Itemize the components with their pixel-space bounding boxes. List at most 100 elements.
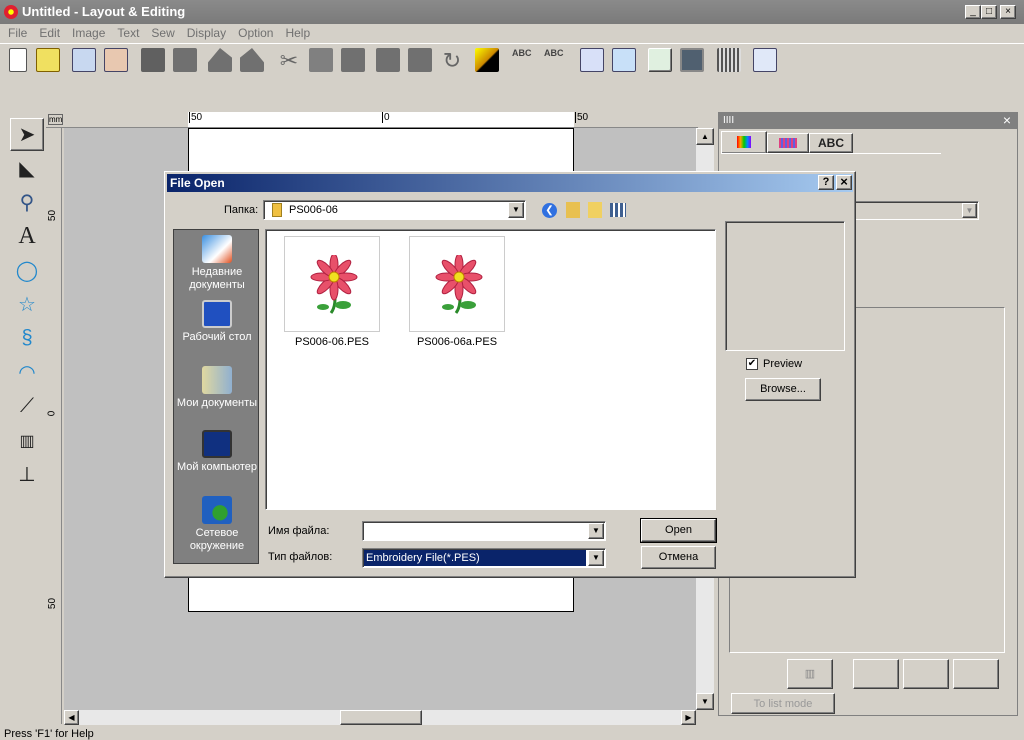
dialog-close-button[interactable]: × (836, 175, 852, 190)
stitch-tool-icon[interactable]: ▥ (10, 424, 44, 457)
maximize-button[interactable]: □ (981, 5, 997, 19)
panel-button-3[interactable] (903, 659, 949, 689)
network-icon (202, 496, 232, 524)
place-my-documents[interactable]: Мои документы (174, 366, 260, 410)
filetype-dropdown-icon[interactable]: ▼ (588, 550, 604, 566)
back-icon[interactable]: ❮ (542, 203, 557, 218)
folder-value: PS006-06 (289, 204, 338, 216)
select-arrow-icon[interactable]: ➤ (10, 118, 44, 151)
file-list[interactable]: PS006-06.PES PS006-06a.PES (265, 229, 716, 510)
menu-display[interactable]: Display (179, 24, 230, 40)
scroll-down-icon[interactable]: ▼ (696, 693, 714, 710)
flower-thumbnail-icon (310, 255, 358, 314)
text-edit-icon[interactable]: ABC (544, 48, 568, 72)
dialog-help-button[interactable]: ? (818, 175, 834, 190)
menu-sew[interactable]: Sew (143, 24, 178, 40)
scroll-right-icon[interactable]: ▶ (681, 710, 696, 725)
scroll-thumb[interactable] (340, 710, 422, 725)
thread-spool-icon (737, 136, 751, 148)
import-icon[interactable] (72, 48, 96, 72)
ruler-label: 0 (46, 410, 58, 417)
import-image-icon[interactable] (104, 48, 128, 72)
horizontal-scrollbar[interactable]: ◀ ▶ (64, 710, 696, 725)
filetype-select[interactable]: Embroidery File(*.PES) ▼ (362, 548, 606, 568)
view-menu-icon[interactable] (610, 203, 626, 217)
text-icon[interactable]: A (10, 220, 44, 253)
menu-option[interactable]: Option (230, 24, 277, 40)
text-arc-icon[interactable]: ABC (512, 48, 536, 72)
hoop-tool-icon[interactable]: § (10, 322, 44, 355)
stitch-count-icon[interactable] (612, 48, 636, 72)
redo-icon (240, 48, 264, 72)
stitch-view-icon[interactable] (648, 48, 672, 72)
window-icon[interactable] (753, 48, 777, 72)
folder-dropdown-icon[interactable]: ▼ (508, 202, 524, 218)
close-button[interactable]: × (1000, 5, 1016, 19)
monitor-icon[interactable] (680, 48, 704, 72)
menu-file[interactable]: File (0, 24, 31, 40)
place-my-computer[interactable]: Мой компьютер (174, 430, 260, 474)
to-list-mode-button[interactable]: To list mode (731, 693, 835, 714)
filename-input[interactable]: ▼ (362, 521, 606, 541)
filename-dropdown-icon[interactable]: ▼ (588, 523, 604, 539)
menu-edit[interactable]: Edit (31, 24, 64, 40)
fill-icon[interactable]: ◠ (10, 356, 44, 389)
hoop-icon[interactable] (580, 48, 604, 72)
panel-close-icon[interactable]: × (1003, 113, 1011, 128)
panel-button-4[interactable] (953, 659, 999, 689)
place-network[interactable]: Сетевое окружение (174, 496, 260, 553)
cancel-button[interactable]: Отмена (641, 546, 716, 569)
menu-text[interactable]: Text (109, 24, 143, 40)
outline-icon[interactable]: ☆ (10, 288, 44, 321)
folder-combo[interactable]: PS006-06 ▼ (263, 200, 526, 220)
file-open-dialog: File Open ? × Папка: PS006-06 ▼ ❮ Недавн… (164, 171, 856, 578)
stamp-icon[interactable]: ⊥ (10, 458, 44, 491)
open-button[interactable]: Open (640, 518, 717, 543)
tab-text[interactable]: ABC (809, 133, 853, 153)
file-item[interactable] (409, 236, 505, 332)
new-icon[interactable] (9, 48, 27, 72)
my-documents-icon (202, 366, 232, 394)
mirror-icon (376, 48, 400, 72)
panel-button-1[interactable]: ▥ (787, 659, 833, 689)
places-bar: Недавние документы Рабочий стол Мои доку… (173, 229, 259, 564)
place-desktop[interactable]: Рабочий стол (174, 300, 260, 344)
menu-image[interactable]: Image (64, 24, 109, 40)
flip-icon (408, 48, 432, 72)
tab-stitch[interactable] (767, 133, 809, 153)
up-folder-icon[interactable] (566, 202, 580, 218)
new-folder-icon[interactable] (588, 202, 602, 218)
ruler-label: 50 (47, 597, 59, 610)
panel-dropdown[interactable]: ▼ (849, 201, 979, 220)
preview-checkbox[interactable]: ✔ (746, 358, 758, 370)
file-name[interactable]: PS006-06.PES (277, 336, 387, 348)
copy-icon (309, 48, 333, 72)
point-edit-icon[interactable]: ◣ (10, 152, 44, 185)
minimize-button[interactable]: _ (965, 5, 981, 19)
tab-thread[interactable] (721, 131, 767, 153)
zoom-icon[interactable]: ⚲ (10, 186, 44, 219)
scroll-left-icon[interactable]: ◀ (64, 710, 79, 725)
browse-button[interactable]: Browse... (745, 378, 821, 401)
dropdown-arrow-icon[interactable]: ▼ (962, 203, 977, 218)
panel-button-2[interactable] (853, 659, 899, 689)
measure-icon[interactable]: ⟋ (10, 390, 44, 423)
paste-icon (341, 48, 365, 72)
file-item[interactable] (284, 236, 380, 332)
panel-grip[interactable]: IIII (723, 115, 734, 126)
open-icon[interactable] (36, 48, 60, 72)
menu-help[interactable]: Help (277, 24, 314, 40)
folder-icon (272, 203, 282, 217)
place-recent[interactable]: Недавние документы (174, 235, 260, 292)
magic-wand-icon[interactable] (475, 48, 499, 72)
sew-icon[interactable] (717, 48, 741, 72)
ruler-unit: mm (48, 114, 64, 125)
left-ruler: 50 0 50 (46, 128, 62, 724)
app-flower-icon (4, 5, 18, 19)
ruler-label: 50 (47, 209, 59, 222)
file-name[interactable]: PS006-06a.PES (402, 336, 512, 348)
my-computer-icon (202, 430, 232, 458)
shape-icon[interactable]: ◯ (10, 254, 44, 287)
scroll-up-icon[interactable]: ▲ (696, 128, 714, 145)
title-bar: Untitled - Layout & Editing (0, 0, 1024, 24)
